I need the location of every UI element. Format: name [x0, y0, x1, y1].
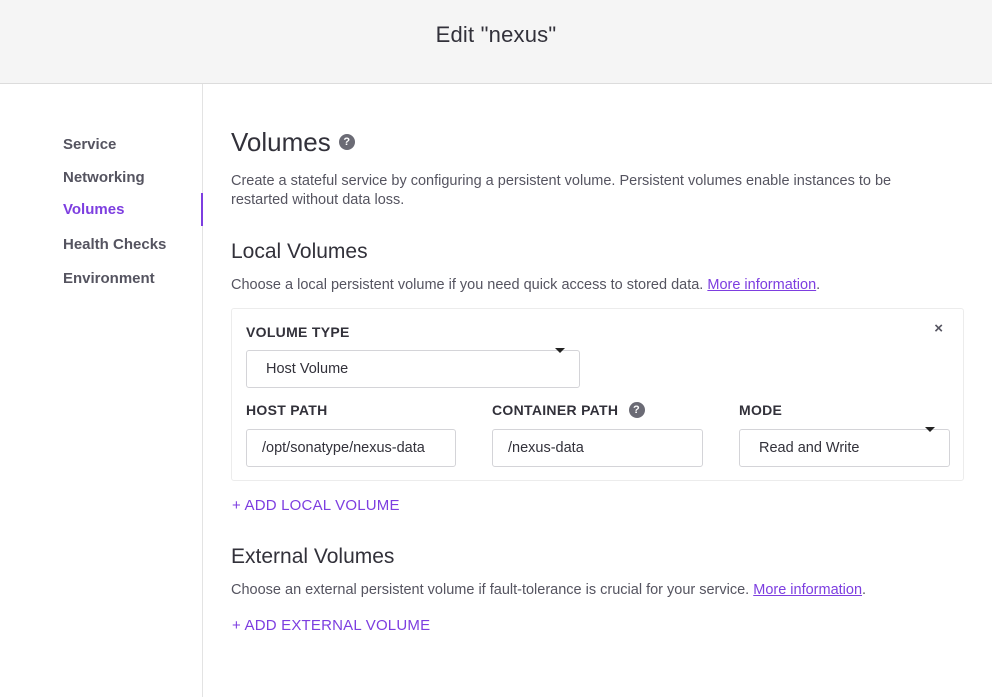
volume-type-value: Host Volume	[266, 361, 349, 377]
external-volumes-description: Choose an external persistent volume if …	[231, 582, 867, 598]
external-volumes-description-text: Choose an external persistent volume if …	[231, 582, 754, 598]
container-path-input[interactable]: /nexus-data	[492, 429, 703, 467]
external-more-information-link[interactable]: More information	[753, 582, 862, 598]
sidebar-item-environment[interactable]: Environment	[63, 262, 203, 295]
local-volumes-description: Choose a local persistent volume if you …	[231, 277, 821, 293]
section-description: Create a stateful service by configuring…	[231, 173, 892, 208]
mode-select[interactable]: Read and Write	[739, 427, 950, 467]
add-local-volume-button[interactable]: + ADD LOCAL VOLUME	[232, 497, 400, 514]
container-path-label: CONTAINER PATH ?	[492, 402, 645, 419]
volume-type-label: VOLUME TYPE	[246, 324, 350, 340]
mode-label: MODE	[739, 402, 783, 418]
local-volumes-description-text: Choose a local persistent volume if you …	[231, 277, 708, 293]
container-path-label-text: CONTAINER PATH	[492, 402, 619, 418]
question-icon[interactable]: ?	[338, 134, 355, 151]
mode-value: Read and Write	[759, 440, 860, 456]
caret-down-icon	[925, 427, 935, 432]
question-icon[interactable]: ?	[628, 402, 645, 419]
close-icon[interactable]: ×	[934, 320, 943, 337]
volume-type-select[interactable]: Host Volume	[246, 348, 580, 388]
local-volume-card: × VOLUME TYPE Host Volume HOST PATH /opt…	[231, 308, 964, 481]
caret-down-icon	[555, 348, 565, 353]
sidebar-item-service[interactable]: Service	[63, 128, 203, 161]
page-title: Edit "nexus"	[435, 22, 557, 47]
sidebar-nav: Service Networking Volumes Health Checks…	[0, 84, 203, 697]
sidebar-item-networking[interactable]: Networking	[63, 161, 203, 194]
add-external-volume-button[interactable]: + ADD EXTERNAL VOLUME	[232, 617, 430, 634]
host-path-input[interactable]: /opt/sonatype/nexus-data	[246, 429, 456, 467]
modal-header: Edit "nexus"	[0, 0, 992, 84]
external-volumes-heading: External Volumes	[231, 545, 395, 568]
host-path-label: HOST PATH	[246, 402, 328, 418]
section-heading: Volumes?	[231, 127, 355, 158]
section-title: Volumes	[231, 127, 331, 157]
sidebar-item-volumes[interactable]: Volumes	[63, 193, 203, 226]
local-more-information-link[interactable]: More information	[707, 277, 816, 293]
sidebar-item-health-checks[interactable]: Health Checks	[63, 228, 203, 261]
local-volumes-heading: Local Volumes	[231, 240, 368, 263]
